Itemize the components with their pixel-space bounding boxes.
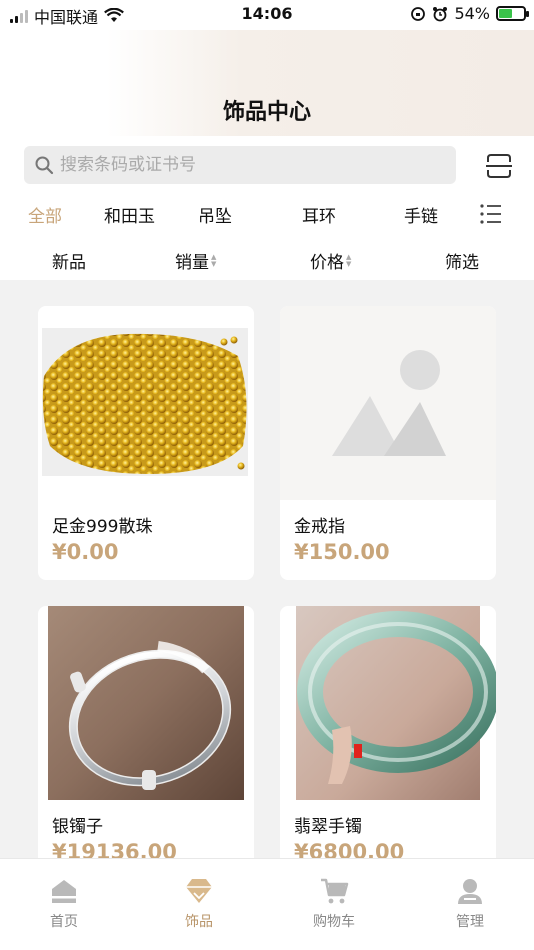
tab-manage-label: 管理 [456, 914, 484, 930]
sort-sales-label: 销量 [175, 253, 209, 273]
tab-jewelry-label: 饰品 [185, 914, 213, 930]
search-input[interactable] [60, 155, 440, 175]
product-card[interactable]: 足金999散珠 ¥0.00 [38, 306, 254, 580]
list-view-icon[interactable] [479, 203, 503, 225]
product-image-silver-bangle [48, 606, 244, 800]
header: 饰品中心 [0, 30, 534, 136]
status-bar: 中国联通 14:06 54% [0, 0, 534, 30]
tab-bar: 首页 饰品 购物车 管理 [0, 858, 534, 950]
user-icon [458, 879, 482, 904]
product-price: ¥6800.00 [294, 840, 405, 858]
search-area [0, 136, 534, 194]
battery-percent: 54% [454, 4, 490, 23]
tab-jewelry[interactable]: 饰品 [159, 877, 239, 931]
category-hetian-jade[interactable]: 和田玉 [104, 202, 155, 227]
sort-arrows-icon: ▲ ▼ [211, 252, 217, 268]
category-bar: 全部 和田玉 吊坠 耳环 手链 [0, 194, 534, 236]
sort-filter[interactable]: 筛选 [445, 248, 479, 273]
product-image-gold-beads [38, 306, 254, 500]
tab-home[interactable]: 首页 [24, 877, 104, 931]
product-name: 足金999散珠 [52, 517, 153, 537]
sort-price[interactable]: 价格 ▲ ▼ [310, 248, 351, 273]
alarm-icon [433, 6, 448, 21]
product-name: 金戒指 [294, 517, 345, 537]
sort-filter-label: 筛选 [445, 253, 479, 273]
sort-bar: 新品 销量 ▲ ▼ 价格 ▲ ▼ 筛选 [0, 236, 534, 280]
category-all[interactable]: 全部 [28, 202, 62, 227]
category-bracelet[interactable]: 手链 [404, 202, 438, 227]
category-pendant[interactable]: 吊坠 [198, 202, 232, 227]
home-icon [52, 880, 76, 903]
product-card[interactable]: 银镯子 ¥19136.00 [38, 606, 254, 858]
product-price: ¥0.00 [52, 540, 119, 564]
product-card[interactable]: 翡翠手镯 ¥6800.00 [280, 606, 496, 858]
product-price: ¥150.00 [294, 540, 390, 564]
product-name: 银镯子 [52, 817, 103, 837]
sort-arrows-icon: ▲ ▼ [346, 252, 352, 268]
search-icon [35, 156, 54, 175]
product-card[interactable]: 金戒指 ¥150.00 [280, 306, 496, 580]
tab-cart[interactable]: 购物车 [294, 877, 374, 931]
page-title: 饰品中心 [222, 100, 311, 125]
search-box[interactable] [24, 146, 456, 184]
battery-icon [496, 6, 529, 21]
product-image-jade-bangle [296, 606, 496, 800]
cart-icon [321, 878, 349, 904]
product-name: 翡翠手镯 [294, 817, 362, 837]
diamond-icon [186, 879, 212, 903]
sort-price-label: 价格 [310, 253, 344, 273]
product-price: ¥19136.00 [52, 840, 177, 858]
sort-newest-label: 新品 [52, 253, 86, 273]
tab-home-label: 首页 [50, 914, 78, 930]
scan-icon[interactable] [484, 152, 514, 180]
tab-cart-label: 购物车 [313, 914, 355, 930]
sort-sales[interactable]: 销量 ▲ ▼ [175, 248, 216, 273]
image-placeholder-icon [280, 306, 496, 500]
sort-newest[interactable]: 新品 [52, 248, 86, 273]
tab-manage[interactable]: 管理 [430, 877, 510, 931]
product-grid: 足金999散珠 ¥0.00 金戒指 ¥150.00 银镯子 ¥19136.00 … [0, 280, 534, 858]
category-earring[interactable]: 耳环 [302, 202, 336, 227]
orientation-lock-icon [411, 6, 426, 21]
